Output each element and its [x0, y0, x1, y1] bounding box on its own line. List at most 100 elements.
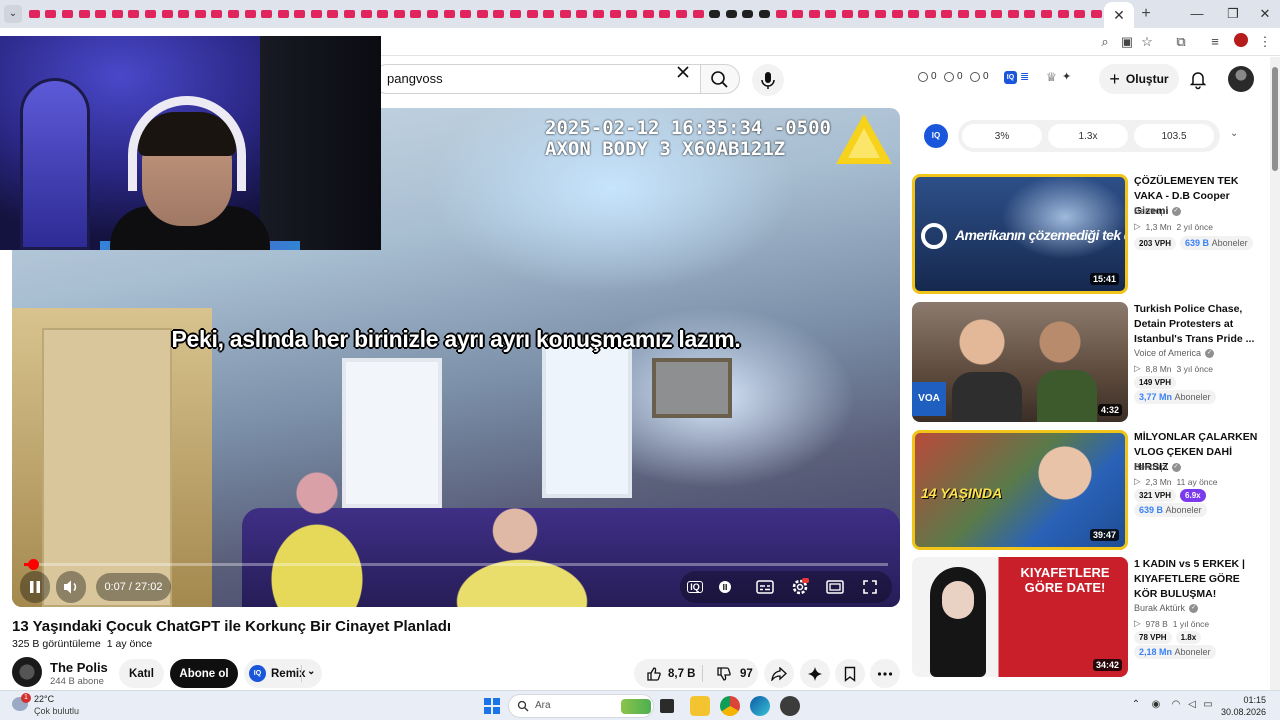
recommendation-item[interactable]: VOA 4:32 Turkish Police Chase, Detain Pr… — [912, 302, 1260, 422]
recommendation-channel[interactable]: Burak Aktürk ✓ — [1134, 603, 1199, 613]
bookmark-star-icon[interactable]: ☆ — [1138, 33, 1156, 51]
browser-tab[interactable] — [43, 6, 60, 22]
browser-tab[interactable] — [292, 6, 309, 22]
browser-tab[interactable] — [789, 6, 806, 22]
trophy-icon[interactable]: ♕ — [1046, 70, 1057, 84]
ask-ai-button[interactable] — [800, 659, 830, 688]
browser-tab[interactable] — [441, 6, 458, 22]
mute-button[interactable] — [56, 571, 86, 603]
browser-tab[interactable] — [457, 6, 474, 22]
iq-player-button[interactable]: IQ — [680, 572, 710, 602]
browser-tab[interactable] — [657, 6, 674, 22]
recommendation-thumbnail[interactable]: Amerikanın çözemediği tek dava 15:41 — [912, 174, 1128, 294]
channel-name[interactable]: The Polis — [50, 660, 108, 675]
browser-tab[interactable] — [1022, 6, 1039, 22]
browser-tab[interactable] — [159, 6, 176, 22]
browser-tab[interactable] — [623, 6, 640, 22]
remix-button[interactable]: IQ Remix ⌄ — [244, 659, 322, 688]
sparkle-icon[interactable]: ✦ — [1062, 70, 1071, 83]
dislike-button[interactable]: 97 — [704, 659, 758, 688]
browser-tab[interactable] — [806, 6, 823, 22]
share-button[interactable] — [764, 659, 794, 688]
browser-tab[interactable] — [673, 6, 690, 22]
speaker-icon[interactable]: ◁ — [1186, 699, 1198, 711]
recommendation-channel[interactable]: Voice of America ✓ — [1134, 348, 1215, 358]
more-actions-button[interactable] — [870, 659, 900, 688]
install-app-icon[interactable]: ▣ — [1118, 33, 1136, 51]
like-button[interactable]: 8,7 B — [634, 659, 700, 688]
edge-icon[interactable] — [750, 696, 770, 716]
recommendation-thumbnail[interactable]: 14 YAŞINDA 39:47 — [912, 430, 1128, 550]
browser-tab[interactable] — [258, 6, 275, 22]
browser-tab[interactable] — [723, 6, 740, 22]
settings-button[interactable] — [785, 572, 815, 602]
recommendation-thumbnail[interactable]: VOA 4:32 — [912, 302, 1128, 422]
fullscreen-button[interactable] — [855, 572, 885, 602]
browser-tab[interactable] — [773, 6, 790, 22]
browser-tab[interactable] — [939, 6, 956, 22]
recommendation-item[interactable]: 14 YAŞINDA 39:47 MİLYONLAR ÇALARKEN VLOG… — [912, 430, 1260, 550]
browser-tab[interactable] — [706, 6, 723, 22]
recommendation-title[interactable]: 1 KADIN vs 5 ERKEK | KIYAFETLERE GÖRE KÖ… — [1134, 557, 1260, 602]
task-view-icon[interactable] — [660, 699, 674, 713]
account-avatar[interactable] — [1228, 66, 1254, 92]
browser-tab[interactable] — [1088, 6, 1105, 22]
browser-tab[interactable] — [1071, 6, 1088, 22]
browser-tab[interactable] — [872, 6, 889, 22]
page-scrollbar[interactable] — [1270, 57, 1280, 690]
security-icon[interactable]: ◉ — [1150, 699, 1162, 711]
voice-search-button[interactable] — [752, 64, 784, 96]
chevron-down-icon[interactable]: ⌄ — [1230, 128, 1238, 139]
browser-tab[interactable] — [26, 6, 43, 22]
browser-tab[interactable] — [76, 6, 93, 22]
recommendation-item[interactable]: Amerikanın çözemediği tek dava 15:41 ÇÖZ… — [912, 174, 1260, 294]
battery-icon[interactable]: ▭ — [1202, 699, 1214, 711]
obs-icon[interactable] — [780, 696, 800, 716]
pause-button[interactable] — [20, 571, 50, 603]
chevron-down-icon[interactable]: ⌄ — [307, 666, 315, 677]
browser-tab[interactable] — [823, 6, 840, 22]
file-explorer-icon[interactable] — [690, 696, 710, 716]
tab-search-button[interactable]: ⌄ — [4, 5, 22, 23]
browser-tab[interactable] — [839, 6, 856, 22]
subtitles-button[interactable] — [750, 572, 780, 602]
active-tab-close-button[interactable]: ✕ — [1104, 2, 1134, 28]
recommendation-item[interactable]: KIYAFETLERE GÖRE DATE! 34:42 1 KADIN vs … — [912, 557, 1260, 677]
browser-tab[interactable] — [1038, 6, 1055, 22]
browser-tab[interactable] — [358, 6, 375, 22]
browser-tab[interactable] — [955, 6, 972, 22]
browser-tab[interactable] — [540, 6, 557, 22]
progress-bar[interactable] — [24, 559, 888, 570]
browser-tab[interactable] — [607, 6, 624, 22]
join-button[interactable]: Katıl — [119, 659, 164, 688]
close-window-button[interactable]: ✕ — [1250, 4, 1280, 24]
channel-avatar[interactable] — [12, 657, 42, 687]
browser-tab[interactable] — [856, 6, 873, 22]
profile-icon[interactable] — [1232, 33, 1250, 51]
browser-tab[interactable] — [325, 6, 342, 22]
browser-tab[interactable] — [590, 6, 607, 22]
clear-search-icon[interactable] — [676, 65, 690, 79]
search-input[interactable] — [387, 71, 667, 86]
zoom-icon[interactable]: ⌕ — [1096, 33, 1114, 51]
browser-tab[interactable] — [474, 6, 491, 22]
recommendation-channel[interactable]: Bentropi ✓ — [1134, 462, 1181, 472]
taskbar-clock[interactable]: 01:15 30.08.2026 — [1214, 694, 1266, 718]
iq-logo[interactable]: IQ — [924, 124, 948, 148]
browser-tab[interactable] — [424, 6, 441, 22]
browser-tab[interactable] — [640, 6, 657, 22]
weather-widget[interactable]: 1 22°C Çok bulutlu — [12, 693, 92, 719]
browser-tab[interactable] — [59, 6, 76, 22]
wifi-icon[interactable]: ◠ — [1170, 699, 1182, 711]
maximize-button[interactable]: ❐ — [1218, 4, 1248, 24]
browser-tab[interactable] — [408, 6, 425, 22]
recommendation-title[interactable]: Turkish Police Chase, Detain Protesters … — [1134, 302, 1260, 347]
browser-tab[interactable] — [126, 6, 143, 22]
search-button[interactable] — [700, 64, 740, 94]
browser-tab[interactable] — [242, 6, 259, 22]
minimize-button[interactable]: — — [1182, 4, 1212, 24]
extensions-icon[interactable]: ⧉ — [1172, 33, 1190, 51]
browser-tab[interactable] — [690, 6, 707, 22]
chevron-up-icon[interactable]: ⌃ — [1130, 699, 1142, 711]
browser-tab[interactable] — [574, 6, 591, 22]
